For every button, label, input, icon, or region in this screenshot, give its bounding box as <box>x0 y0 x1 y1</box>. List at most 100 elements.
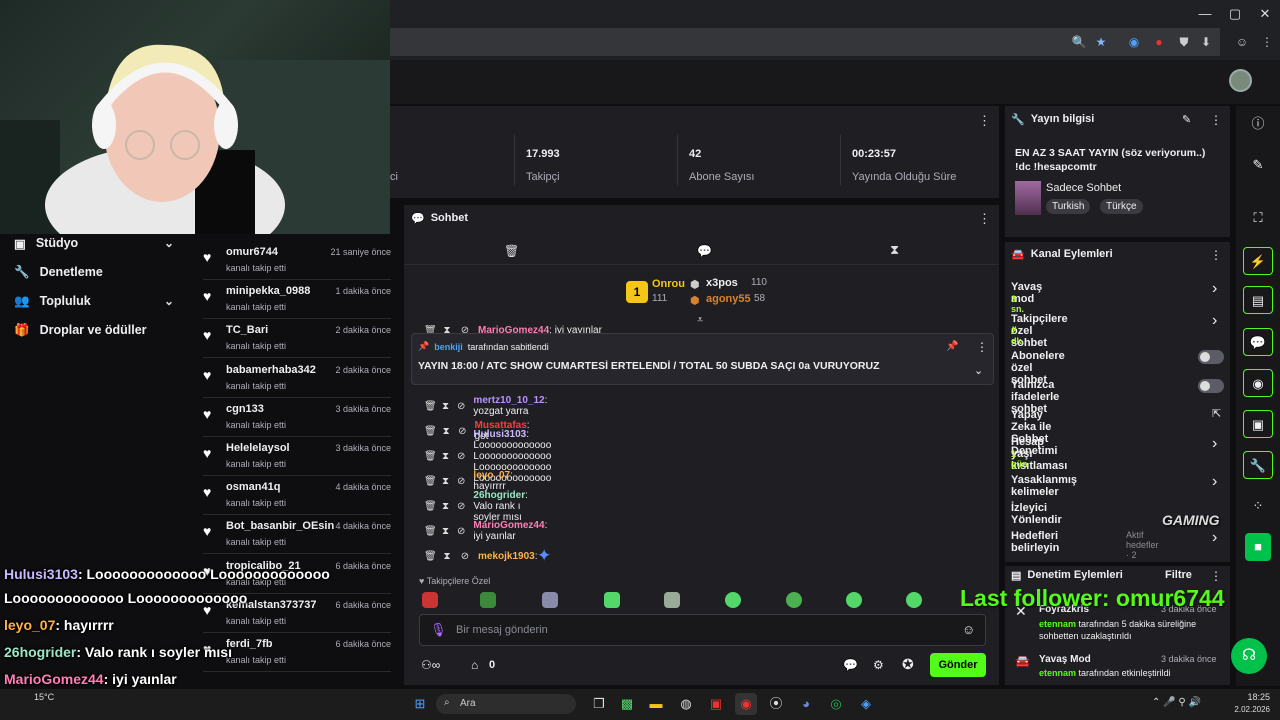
external-link-icon[interactable]: ⇱ <box>1212 407 1221 420</box>
filter-button[interactable]: Filtre <box>1165 569 1192 581</box>
info-menu-icon[interactable]: ⋮ <box>1210 113 1222 127</box>
lightning-icon[interactable]: ⚡ <box>1243 247 1273 275</box>
app-icon[interactable]: ◈ <box>855 693 877 715</box>
extension-icon[interactable]: ◉ <box>1125 33 1143 51</box>
infinity-icon[interactable]: ⚇∞ <box>421 658 440 672</box>
chat-username[interactable]: MarioGomez44 <box>473 520 544 531</box>
puzzle-icon[interactable]: ✪ <box>902 656 914 673</box>
emote-icon[interactable] <box>725 592 741 608</box>
emote-icon[interactable] <box>906 592 922 608</box>
trash-icon[interactable]: 🗑 <box>424 551 437 562</box>
trash-icon[interactable]: 🗑 <box>424 401 437 412</box>
taskbar-search[interactable]: Ara <box>436 694 576 714</box>
wrench-icon[interactable]: 🔧 <box>1243 451 1273 479</box>
maximize-button[interactable]: ▢ <box>1220 4 1250 24</box>
tray-icons[interactable]: ⌃ 🎤 ⚲ 🔊 <box>1152 697 1201 708</box>
chevron-right-icon[interactable]: › <box>1212 312 1217 330</box>
chat-message[interactable]: 🗑 ⧗ ⊘ leyo_07: hayırrrr <box>424 470 517 492</box>
chat-message[interactable]: 🗑 ⧗ ⊘ mertz10_10_12: yozgat yarra <box>424 395 552 417</box>
minimize-button[interactable]: — <box>1190 4 1220 24</box>
info-icon[interactable]: ⓘ <box>1243 110 1273 138</box>
broadcast-icon[interactable]: ◉ <box>1243 369 1273 397</box>
edit-icon[interactable]: ✎ <box>1182 113 1191 126</box>
hourglass-icon[interactable]: ⧗ <box>442 426 450 437</box>
chat-message[interactable]: 🗑 ⧗ ⊘ mekojk1903: <box>424 546 538 566</box>
spotify-icon[interactable]: ◎ <box>825 693 847 715</box>
discord-icon[interactable]: ◕ <box>795 693 817 715</box>
save-icon[interactable]: ▣ <box>1243 410 1273 438</box>
chat-bubble-icon[interactable]: 💬 <box>697 244 712 258</box>
hourglass-icon[interactable]: ⧗ <box>442 401 449 412</box>
ban-icon[interactable]: ⊘ <box>457 476 465 487</box>
ban-icon[interactable]: ⊘ <box>457 401 465 412</box>
ban-icon[interactable]: ⊘ <box>458 426 466 437</box>
mic-icon[interactable]: 🎙 <box>430 622 447 638</box>
trash-icon[interactable]: 🗑 <box>504 244 519 258</box>
hourglass-icon[interactable]: ⧗ <box>442 451 449 462</box>
chat-username[interactable]: mertz10_10_12 <box>473 395 544 406</box>
emote-icon[interactable] <box>542 592 558 608</box>
chat-icon[interactable]: 💬 <box>1243 328 1273 356</box>
app-icon[interactable]: ■ <box>1245 533 1271 561</box>
dots-icon[interactable]: ⁘ <box>1243 492 1273 520</box>
document-icon[interactable]: ▤ <box>1243 286 1273 314</box>
nav-moderation[interactable]: 🔧 Denetleme <box>14 262 174 282</box>
toggle-switch[interactable] <box>1198 350 1224 364</box>
steam-icon[interactable]: ◍ <box>675 693 697 715</box>
folder-icon[interactable]: ▬ <box>645 693 667 715</box>
download-icon[interactable]: ⬇ <box>1197 33 1215 51</box>
emote-icon[interactable] <box>480 592 496 608</box>
emote-icon[interactable] <box>422 592 438 608</box>
nav-community[interactable]: 👥 Topluluk ⌄ <box>14 291 174 311</box>
chevron-down-icon[interactable]: ⌄ <box>974 364 983 377</box>
chat-message[interactable]: 🗑 ⧗ ⊘ 26hogrider: Valo rank ı soyler mısı <box>424 490 532 523</box>
chat-menu-icon[interactable]: ⋮ <box>978 211 991 227</box>
mod-menu-icon[interactable]: ⋮ <box>1210 569 1222 583</box>
hourglass-icon[interactable]: ⧗ <box>442 551 452 562</box>
extension-icon[interactable]: ● <box>1150 33 1168 51</box>
chevron-right-icon[interactable]: › <box>1212 529 1217 547</box>
star-icon[interactable]: ★ <box>1092 33 1110 51</box>
ban-icon[interactable]: ⊘ <box>457 526 465 537</box>
ban-icon[interactable]: ⊘ <box>457 501 465 512</box>
channel-action-label[interactable]: Yasaklanmış kelimeler <box>1011 474 1077 498</box>
chat-username[interactable]: 26hogrider <box>473 490 525 501</box>
stats-menu-icon[interactable]: ⋮ <box>978 113 991 129</box>
nav-studio[interactable]: ▣ Stüdyo ⌄ <box>14 233 174 253</box>
taskview-icon[interactable]: ❐ <box>588 693 610 715</box>
follower-row[interactable]: ♥ cgn133 3 dakika önce kanalı takip etti <box>203 398 391 437</box>
windows-start-icon[interactable]: ⊞ <box>409 693 431 715</box>
store-icon[interactable]: ⌂ <box>471 658 478 672</box>
actions-menu-icon[interactable]: ⋮ <box>1210 248 1222 262</box>
nav-drops[interactable]: 🎁 Droplar ve ödüller <box>14 320 174 340</box>
chat-username[interactable]: Hulusi3103 <box>473 429 526 440</box>
hourglass-icon[interactable]: ⧗ <box>442 501 449 512</box>
channel-action-label[interactable]: Hedefleri belirleyin <box>1011 530 1059 554</box>
pin-icon[interactable]: 📌 <box>946 341 958 352</box>
hourglass-icon[interactable]: ⧗ <box>442 476 449 487</box>
trash-icon[interactable]: 🗑 <box>424 426 437 437</box>
pinned-menu-icon[interactable]: ⋮ <box>976 340 988 354</box>
emote-icon[interactable] <box>604 592 620 608</box>
gear-icon[interactable]: ⚙ <box>873 658 884 672</box>
follower-row[interactable]: ♥ Bot_basanbir_OEsin 4 dakika önce kanalı t… <box>203 515 391 555</box>
close-window-button[interactable]: ✕ <box>1250 4 1280 24</box>
chevron-right-icon[interactable]: › <box>1212 435 1217 453</box>
chat-message[interactable]: 🗑 ⧗ ⊘ Hulusi3103: Looooooooooooo Looooooooo… <box>424 429 556 484</box>
trash-icon[interactable]: 🗑 <box>424 526 437 537</box>
chat-username[interactable]: mekojk1903 <box>478 551 535 562</box>
edit-icon[interactable]: ✎ <box>1243 151 1273 179</box>
tag[interactable]: Türkçe <box>1100 199 1143 214</box>
ban-icon[interactable]: ⊘ <box>457 451 465 462</box>
profile-icon[interactable]: ☺ <box>1233 33 1251 51</box>
toggle-switch[interactable] <box>1198 379 1224 393</box>
follower-row[interactable]: ♥ babamerhaba342 2 dakika önce kanalı takip… <box>203 359 391 398</box>
emote-icon[interactable] <box>846 592 862 608</box>
chrome-icon[interactable]: ◉ <box>735 693 757 715</box>
app-icon[interactable]: ▣ <box>705 693 727 715</box>
shield-icon[interactable]: ⛊ <box>1175 33 1193 51</box>
crop-icon[interactable]: ⛶ <box>1243 204 1273 232</box>
emote-icon[interactable] <box>786 592 802 608</box>
menu-icon[interactable]: ⋮ <box>1258 33 1276 51</box>
emote-icon[interactable] <box>664 592 680 608</box>
